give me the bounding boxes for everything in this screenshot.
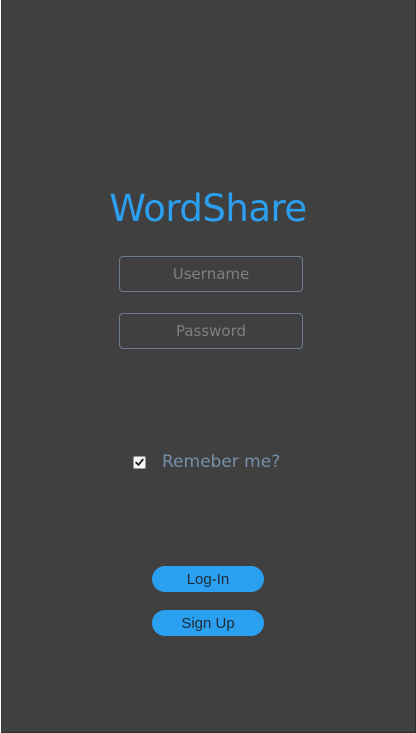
login-button[interactable]: Log-In [152,566,264,592]
remember-me-label: Remeber me? [162,452,281,472]
checkmark-icon [135,458,144,466]
remember-me-row[interactable]: Remeber me? [133,450,280,474]
app-title: WordShare [109,187,307,230]
login-window: WordShare Remeber me? Log-In Sign Up [1,0,416,733]
signup-button[interactable]: Sign Up [152,610,264,636]
password-input[interactable] [119,313,303,349]
username-input[interactable] [119,256,303,292]
remember-me-checkbox[interactable] [133,455,146,469]
